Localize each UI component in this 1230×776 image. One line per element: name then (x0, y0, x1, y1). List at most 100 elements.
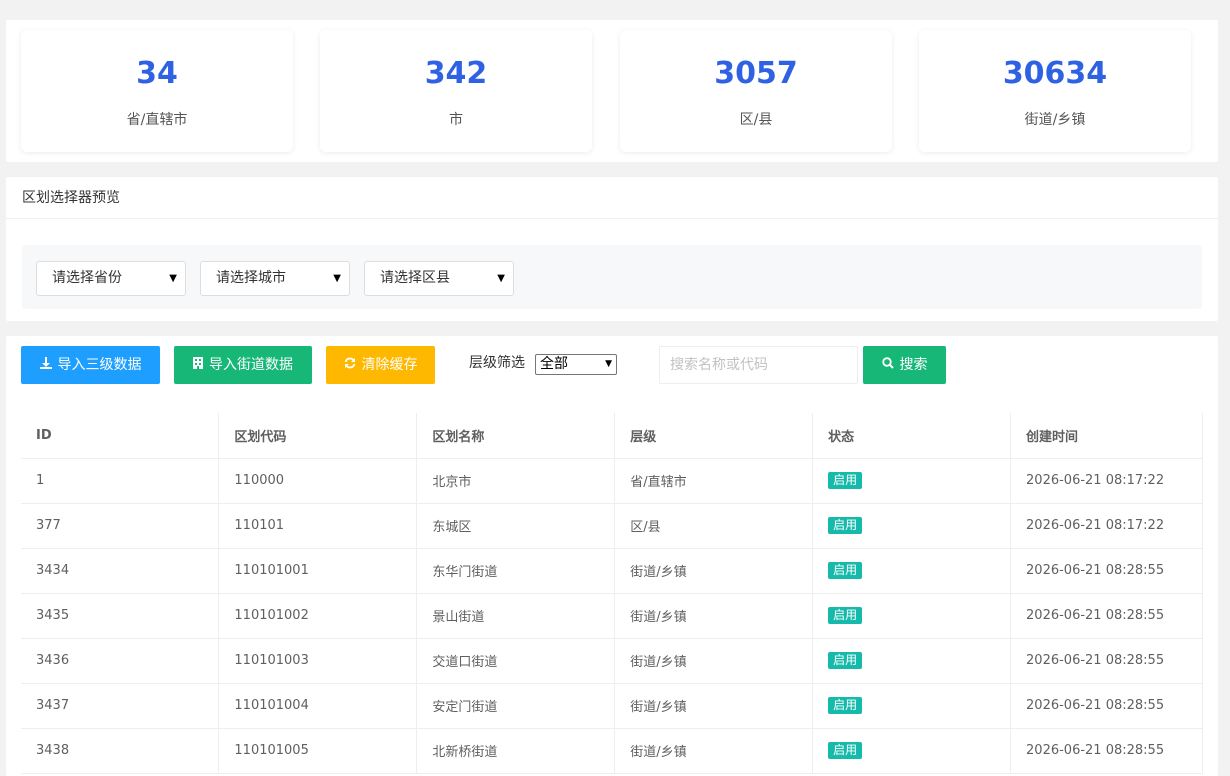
building-icon (193, 346, 203, 384)
cell-level: 街道/乡镇 (614, 548, 814, 594)
cell-name: 北京市 (416, 458, 616, 504)
cell-created: 2026-06-21 08:17:22 (1010, 503, 1203, 549)
stat-card-street: 30634 街道/乡镇 (919, 30, 1191, 152)
search-placeholder: 搜索名称或代码 (670, 357, 768, 373)
cell-level: 街道/乡镇 (614, 728, 814, 774)
status-badge: 启用 (828, 652, 863, 669)
cell-name: 东城区 (416, 503, 616, 549)
cell-created: 2026-06-21 08:28:55 (1010, 683, 1203, 729)
cell-status: 启用 (812, 593, 1012, 639)
cell-status: 启用 (812, 458, 1012, 504)
stat-label: 省/直辖市 (126, 112, 188, 128)
table-row[interactable]: 3436 110101003 交道口街道 街道/乡镇 启用 2026-06-21… (21, 638, 1203, 684)
table-row[interactable]: 3438 110101005 北新桥街道 街道/乡镇 启用 2026-06-21… (21, 728, 1203, 774)
table-row[interactable]: 1 110000 北京市 省/直辖市 启用 2026-06-21 08:17:2… (21, 458, 1203, 504)
city-select-value: 请选择城市 (216, 270, 286, 286)
cell-name: 交道口街道 (416, 638, 616, 684)
cell-status: 启用 (812, 548, 1012, 594)
chevron-down-icon: ▼ (497, 273, 505, 284)
cell-created: 2026-06-21 08:28:55 (1010, 548, 1203, 594)
cell-created: 2026-06-21 08:28:55 (1010, 728, 1203, 774)
cell-code: 110101002 (218, 593, 418, 639)
clear-cache-button[interactable]: 清除缓存 (326, 346, 435, 384)
table-row[interactable]: 3437 110101004 安定门街道 街道/乡镇 启用 2026-06-21… (21, 683, 1203, 729)
city-select[interactable]: 请选择城市 ▼ (200, 261, 350, 296)
button-label: 搜索 (899, 357, 928, 373)
province-select[interactable]: 请选择省份 ▼ (36, 261, 186, 296)
column-header-id[interactable]: ID (21, 413, 220, 459)
cell-level: 街道/乡镇 (614, 638, 814, 684)
status-badge: 启用 (828, 517, 863, 534)
stat-value: 30634 (1002, 56, 1108, 91)
column-header-name[interactable]: 区划名称 (416, 413, 616, 459)
download-icon (39, 346, 52, 384)
selector-box: 请选择省份 ▼ 请选择城市 ▼ 请选择区县 ▼ (22, 245, 1202, 309)
cell-status: 启用 (812, 728, 1012, 774)
status-badge: 启用 (828, 562, 863, 579)
cell-status: 启用 (812, 683, 1012, 729)
search-button[interactable]: 搜索 (863, 346, 946, 384)
stat-card-city: 342 市 (320, 30, 592, 152)
cell-name: 安定门街道 (416, 683, 616, 729)
cell-id: 3435 (21, 593, 220, 639)
cell-id: 3436 (21, 638, 220, 684)
status-badge: 启用 (828, 697, 863, 714)
stat-value: 342 (424, 56, 488, 91)
column-header-code[interactable]: 区划代码 (218, 413, 418, 459)
table-header-row: ID 区划代码 区划名称 层级 状态 创建时间 (21, 413, 1203, 459)
cell-id: 3438 (21, 728, 220, 774)
cell-status: 启用 (812, 503, 1012, 549)
region-list-panel: 导入三级数据 导入街道数据 清除缓存 层级筛选 全部 ▼ 搜索名称或代码 搜索 … (6, 336, 1218, 776)
level-filter-select[interactable]: 全部 ▼ (535, 354, 617, 375)
refresh-icon (344, 346, 356, 384)
button-label: 清除缓存 (361, 357, 418, 373)
cell-status: 启用 (812, 638, 1012, 684)
stat-label: 街道/乡镇 (1024, 112, 1086, 128)
column-header-status[interactable]: 状态 (812, 413, 1012, 459)
table-row[interactable]: 3435 110101002 景山街道 街道/乡镇 启用 2026-06-21 … (21, 593, 1203, 639)
status-badge: 启用 (828, 472, 863, 489)
cell-code: 110000 (218, 458, 418, 504)
status-badge: 启用 (828, 607, 863, 624)
cell-level: 街道/乡镇 (614, 593, 814, 639)
search-input[interactable]: 搜索名称或代码 (659, 346, 858, 384)
chevron-down-icon: ▼ (605, 359, 612, 369)
table-row[interactable]: 377 110101 东城区 区/县 启用 2026-06-21 08:17:2… (21, 503, 1203, 549)
cell-code: 110101 (218, 503, 418, 549)
table-row[interactable]: 3434 110101001 东华门街道 街道/乡镇 启用 2026-06-21… (21, 548, 1203, 594)
stats-panel: 34 省/直辖市 342 市 3057 区/县 30634 街道/乡镇 (6, 20, 1218, 162)
district-select-value: 请选择区县 (380, 270, 450, 286)
stat-label: 市 (449, 112, 463, 128)
selector-preview-panel: 区划选择器预览 请选择省份 ▼ 请选择城市 ▼ 请选择区县 ▼ (6, 177, 1218, 321)
stat-card-province: 34 省/直辖市 (21, 30, 293, 152)
level-filter-value: 全部 (540, 356, 568, 372)
cell-id: 1 (21, 458, 220, 504)
district-select[interactable]: 请选择区县 ▼ (364, 261, 514, 296)
column-header-created[interactable]: 创建时间 (1010, 413, 1203, 459)
cell-name: 景山街道 (416, 593, 616, 639)
cell-code: 110101001 (218, 548, 418, 594)
cell-id: 377 (21, 503, 220, 549)
cell-code: 110101005 (218, 728, 418, 774)
province-select-value: 请选择省份 (52, 270, 122, 286)
cell-id: 3434 (21, 548, 220, 594)
cell-level: 街道/乡镇 (614, 683, 814, 729)
cell-name: 东华门街道 (416, 548, 616, 594)
cell-created: 2026-06-21 08:17:22 (1010, 458, 1203, 504)
search-icon (881, 346, 894, 384)
cell-id: 3437 (21, 683, 220, 729)
status-badge: 启用 (828, 742, 863, 759)
button-label: 导入街道数据 (209, 357, 293, 373)
cell-created: 2026-06-21 08:28:55 (1010, 638, 1203, 684)
panel-title: 区划选择器预览 (6, 177, 1218, 219)
cell-code: 110101003 (218, 638, 418, 684)
chevron-down-icon: ▼ (333, 273, 341, 284)
import-street-button[interactable]: 导入街道数据 (174, 346, 312, 384)
cell-code: 110101004 (218, 683, 418, 729)
cell-created: 2026-06-21 08:28:55 (1010, 593, 1203, 639)
column-header-level[interactable]: 层级 (614, 413, 814, 459)
import-three-level-button[interactable]: 导入三级数据 (21, 346, 160, 384)
stat-card-district: 3057 区/县 (620, 30, 892, 152)
region-table: ID 区划代码 区划名称 层级 状态 创建时间 1 110000 北京市 省/直… (21, 413, 1203, 774)
button-label: 导入三级数据 (57, 357, 142, 373)
